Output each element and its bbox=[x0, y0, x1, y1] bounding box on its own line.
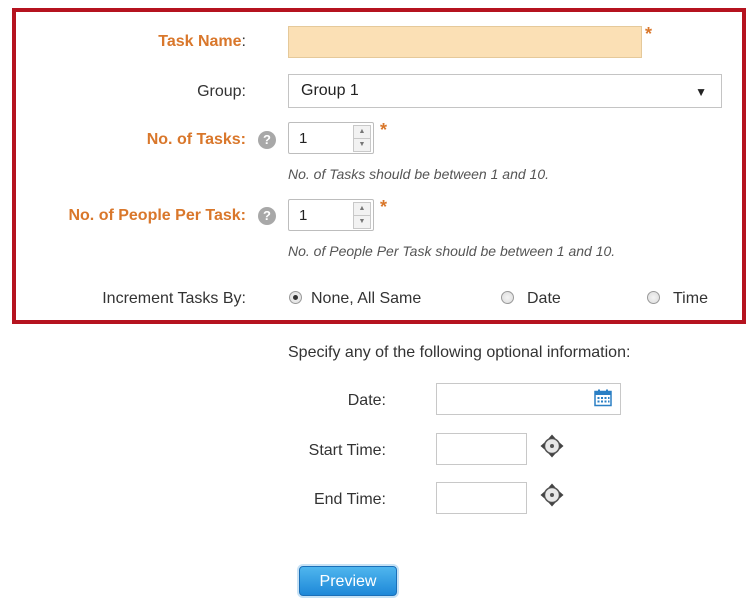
stepper-down-icon[interactable]: ▼ bbox=[353, 215, 371, 229]
increment-time-radio[interactable] bbox=[647, 291, 660, 304]
help-icon[interactable]: ? bbox=[258, 131, 276, 149]
increment-time-label[interactable]: Time bbox=[673, 290, 708, 308]
num-tasks-hint: No. of Tasks should be between 1 and 10. bbox=[288, 166, 549, 182]
num-tasks-label: No. of Tasks: bbox=[146, 131, 246, 148]
task-name-label: Task Name: bbox=[158, 33, 246, 50]
increment-label: Increment Tasks By: bbox=[102, 290, 246, 307]
people-per-task-required-star: * bbox=[380, 197, 388, 217]
group-select[interactable]: Group 1 ▼ bbox=[288, 74, 722, 108]
people-per-task-value: 1 bbox=[299, 207, 308, 224]
people-per-task-label: No. of People Per Task: bbox=[68, 207, 246, 224]
num-tasks-stepper[interactable]: 1 ▲ ▼ bbox=[288, 122, 374, 154]
chevron-down-icon: ▼ bbox=[695, 85, 707, 99]
task-name-input[interactable] bbox=[288, 26, 642, 58]
increment-date-radio[interactable] bbox=[501, 291, 514, 304]
people-per-task-hint: No. of People Per Task should be between… bbox=[288, 243, 616, 259]
date-label: Date: bbox=[347, 392, 386, 409]
start-time-label: Start Time: bbox=[308, 442, 386, 459]
stepper-up-icon[interactable]: ▲ bbox=[353, 125, 371, 139]
start-time-input[interactable] bbox=[436, 433, 527, 465]
help-icon[interactable]: ? bbox=[258, 207, 276, 225]
end-time-label: End Time: bbox=[313, 491, 386, 508]
end-time-input[interactable] bbox=[436, 482, 527, 514]
people-per-task-stepper[interactable]: 1 ▲ ▼ bbox=[288, 199, 374, 231]
group-select-value: Group 1 bbox=[301, 82, 359, 99]
increment-none-label[interactable]: None, All Same bbox=[311, 290, 421, 308]
time-picker-icon[interactable] bbox=[540, 483, 564, 507]
preview-button[interactable]: Preview bbox=[299, 566, 397, 596]
increment-none-radio[interactable] bbox=[289, 291, 302, 304]
num-tasks-value: 1 bbox=[299, 130, 308, 147]
optional-heading: Specify any of the following optional in… bbox=[288, 344, 631, 361]
num-tasks-required-star: * bbox=[380, 120, 388, 140]
task-name-required-star: * bbox=[645, 24, 653, 44]
stepper-up-icon[interactable]: ▲ bbox=[353, 202, 371, 216]
increment-date-label[interactable]: Date bbox=[527, 290, 561, 308]
group-label: Group: bbox=[197, 83, 246, 100]
stepper-down-icon[interactable]: ▼ bbox=[353, 138, 371, 152]
calendar-icon[interactable] bbox=[594, 389, 612, 407]
time-picker-icon[interactable] bbox=[540, 434, 564, 458]
